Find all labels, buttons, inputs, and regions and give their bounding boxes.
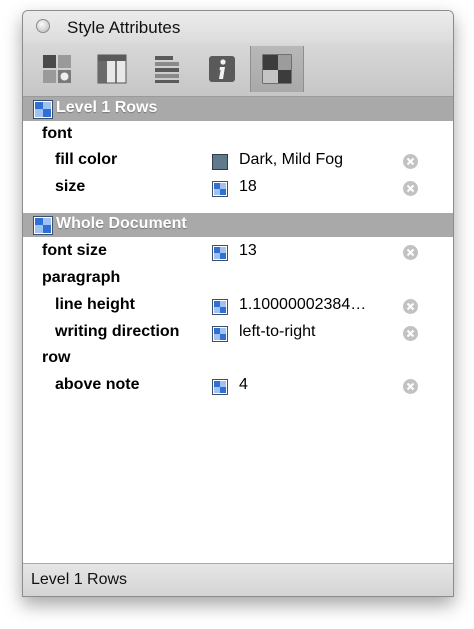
attribute-name: font size <box>42 242 107 259</box>
layout-icon <box>262 54 292 84</box>
attribute-value: 4 <box>239 376 248 393</box>
attribute-name: fill color <box>55 151 118 168</box>
style-attributes-icon <box>43 55 71 83</box>
attribute-row-font: font <box>23 122 453 148</box>
style-group-icon <box>33 216 53 235</box>
close-icon <box>406 184 415 193</box>
group-header-whole-document[interactable]: Whole Document <box>23 213 453 237</box>
close-button[interactable] <box>36 19 50 33</box>
toolbar-button-layout[interactable] <box>250 46 304 92</box>
attribute-name: above note <box>55 376 140 393</box>
close-icon <box>406 248 415 257</box>
close-icon <box>406 302 415 311</box>
group-header-level-1-rows[interactable]: Level 1 Rows <box>23 97 453 121</box>
attribute-row-size: size 18 <box>23 175 453 201</box>
attribute-name: line height <box>55 296 135 313</box>
attribute-name: size <box>55 178 86 195</box>
attribute-name: writing direction <box>55 323 180 340</box>
close-icon <box>406 382 415 391</box>
remove-attribute-button[interactable] <box>403 245 418 260</box>
group-label: Whole Document <box>56 215 187 232</box>
remove-attribute-button[interactable] <box>403 379 418 394</box>
style-swatch-icon[interactable] <box>212 181 228 197</box>
color-swatch[interactable] <box>212 154 228 170</box>
attribute-row-writing-direction: writing direction left-to-right <box>23 320 453 346</box>
columns-icon <box>97 54 127 84</box>
toolbar-button-style-attributes[interactable] <box>30 46 84 92</box>
attribute-value: 1.10000002384… <box>239 296 367 313</box>
status-bar: Level 1 Rows <box>23 563 453 596</box>
attribute-row-line-height: line height 1.10000002384… <box>23 293 453 319</box>
window-title: Style Attributes <box>67 18 181 37</box>
attribute-name: paragraph <box>42 269 121 286</box>
attributes-list: Level 1 Rows font fill color Dark, Mild … <box>23 97 453 563</box>
attribute-row-paragraph: paragraph <box>23 266 453 292</box>
inspector-toolbar <box>23 43 453 97</box>
attribute-row-above-note: above note 4 <box>23 373 453 399</box>
toolbar-button-rows[interactable] <box>140 46 194 92</box>
status-text: Level 1 Rows <box>31 571 128 588</box>
rows-icon <box>155 56 179 83</box>
remove-attribute-button[interactable] <box>403 326 418 341</box>
style-group-icon <box>33 100 53 119</box>
title-bar[interactable]: Style Attributes <box>23 11 453 43</box>
group-label: Level 1 Rows <box>56 99 158 116</box>
style-swatch-icon[interactable] <box>212 326 228 342</box>
toolbar-button-columns[interactable] <box>85 46 139 92</box>
style-swatch-icon[interactable] <box>212 245 228 261</box>
attribute-value: 18 <box>239 178 257 195</box>
close-icon <box>406 157 415 166</box>
info-icon <box>209 56 235 82</box>
attribute-value: 13 <box>239 242 257 259</box>
attribute-row-fill-color: fill color Dark, Mild Fog <box>23 148 453 174</box>
toolbar-button-info[interactable] <box>195 46 249 92</box>
attribute-name: row <box>42 349 71 366</box>
attribute-row-font-size: font size 13 <box>23 239 453 265</box>
style-swatch-icon[interactable] <box>212 299 228 315</box>
close-icon <box>406 329 415 338</box>
attribute-value: left-to-right <box>239 323 316 340</box>
style-attributes-window: Style Attributes Level 1 Rows font fill … <box>22 10 454 597</box>
remove-attribute-button[interactable] <box>403 154 418 169</box>
remove-attribute-button[interactable] <box>403 181 418 196</box>
style-swatch-icon[interactable] <box>212 379 228 395</box>
attribute-name: font <box>42 125 73 142</box>
attribute-value: Dark, Mild Fog <box>239 151 344 168</box>
attribute-row-row: row <box>23 346 453 372</box>
remove-attribute-button[interactable] <box>403 299 418 314</box>
